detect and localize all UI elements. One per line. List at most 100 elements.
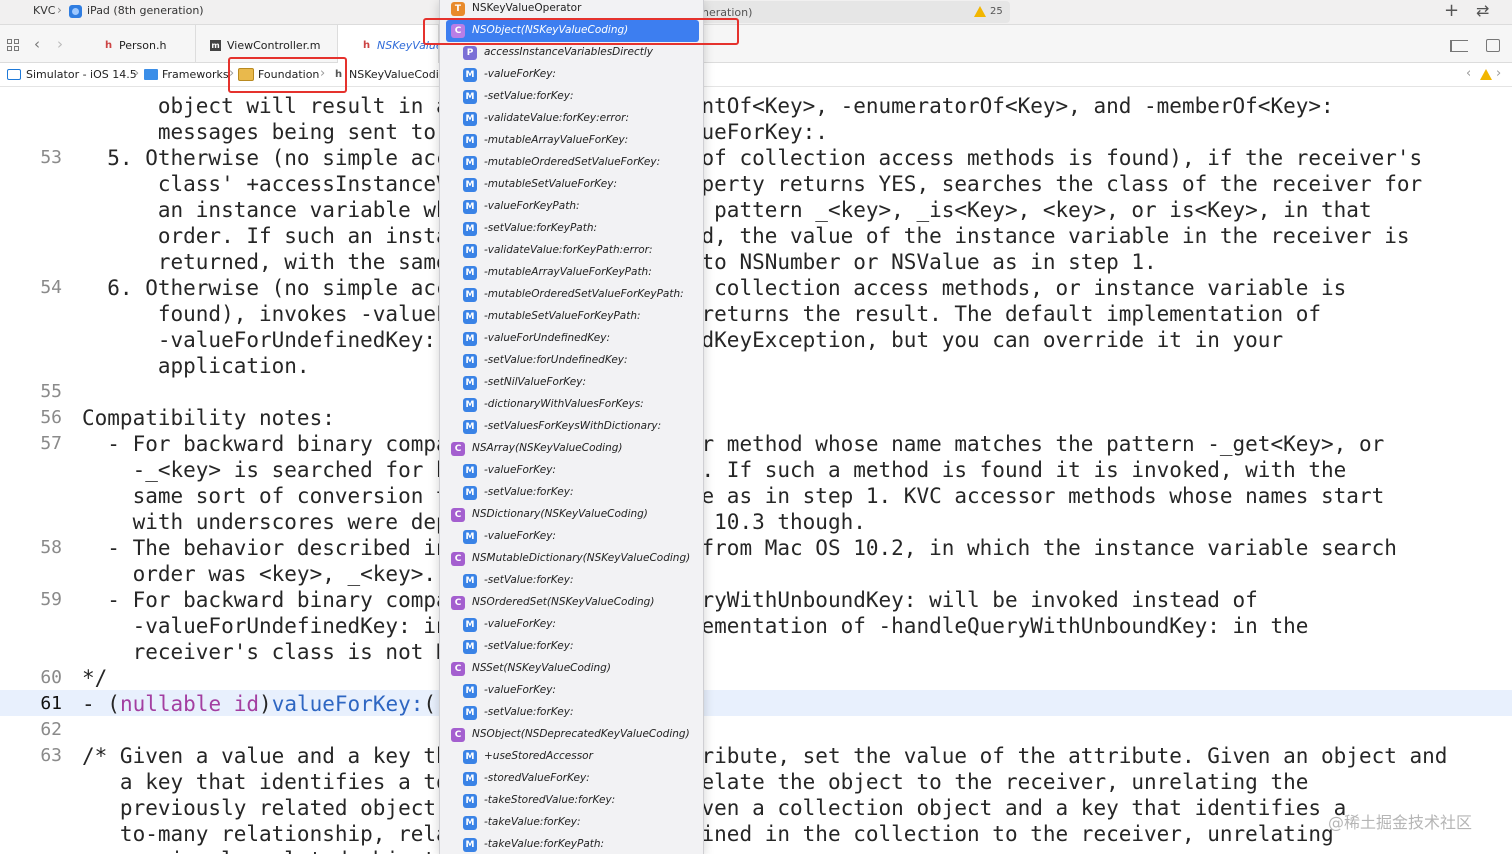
popup-item[interactable]: M -mutableArrayValueForKeyPath: [440, 262, 703, 284]
popup-item[interactable]: M -valueForKey: [440, 680, 703, 702]
popup-item[interactable]: M -setNilValueForKey: [440, 372, 703, 394]
popup-item[interactable]: M +useStoredAccessor [440, 746, 703, 768]
code-line[interactable]: messages being sent to the receiver of -… [0, 119, 1512, 145]
popup-item[interactable]: M -mutableOrderedSetValueForKey: [440, 152, 703, 174]
symbol-navigation-popup[interactable]: T NSKeyValueOperator C NSObject(NSKeyValueC… [439, 0, 704, 854]
code-line[interactable]: 63 /* Given a value and a key that identi… [0, 743, 1512, 769]
popup-item[interactable]: C NSMutableDictionary(NSKeyValueCoding) [440, 548, 703, 570]
tab-bar: ‹ › h Person.h m ViewController.m h NSKe… [0, 24, 1512, 63]
popup-item[interactable]: M -valueForKey: [440, 460, 703, 482]
popup-item[interactable]: M -takeValue:forKeyPath: [440, 834, 703, 854]
code-line[interactable]: 55 [0, 379, 1512, 405]
code-line[interactable]: order. If such an instance variable is f… [0, 223, 1512, 249]
popup-item-label: -valueForKey: [484, 464, 556, 476]
code-line[interactable]: 53 5. Otherwise (no simple accessor meth… [0, 145, 1512, 171]
popup-item[interactable]: C NSSet(NSKeyValueCoding) [440, 658, 703, 680]
popup-item-label: -validateValue:forKeyPath:error: [484, 244, 653, 256]
code-line[interactable]: 59 - For backward binary compatibility, … [0, 587, 1512, 613]
popup-item[interactable]: M -valueForUndefinedKey: [440, 328, 703, 350]
popup-item-label: -valueForKey: [484, 68, 556, 80]
popup-item[interactable]: M -validateValue:forKey:error: [440, 108, 703, 130]
code-line[interactable]: 56 Compatibility notes: [0, 405, 1512, 431]
code-text: object will result in a call to one of -… [82, 94, 1334, 118]
warning-count[interactable]: 25 [990, 6, 1003, 17]
code-line[interactable]: an instance variable whose name matches … [0, 197, 1512, 223]
forward-arrow-icon[interactable]: › [57, 35, 63, 53]
jump-bar-file[interactable]: NSKeyValueCoding.h [349, 68, 439, 81]
code-line[interactable]: application. [0, 353, 1512, 379]
popup-item[interactable]: M -valueForKey: [440, 526, 703, 548]
popup-item[interactable]: M -valueForKeyPath: [440, 196, 703, 218]
issue-warning-icon[interactable] [1480, 69, 1492, 80]
method-icon: M [463, 640, 477, 654]
chevron-left-icon[interactable]: ‹ [1466, 66, 1471, 81]
code-line[interactable]: with underscores were deprecated as of M… [0, 509, 1512, 535]
code-line[interactable]: 54 6. Otherwise (no simple accessor meth… [0, 275, 1512, 301]
method-icon: M [463, 816, 477, 830]
code-line[interactable]: -valueForUndefinedKey: in step 6, if the… [0, 613, 1512, 639]
code-token: - [82, 692, 108, 716]
popup-item[interactable]: M -storedValueForKey: [440, 768, 703, 790]
inspector-toggle-icon[interactable] [1486, 39, 1500, 52]
code-line[interactable]: 61- (nullable id)valueForKey:( [0, 691, 1512, 717]
method-icon: M [463, 794, 477, 808]
popup-item[interactable]: M -setValue:forUndefinedKey: [440, 350, 703, 372]
code-line[interactable]: object will result in a call to one of -… [0, 93, 1512, 119]
chevron-right-icon[interactable]: › [1496, 66, 1501, 81]
popup-item[interactable]: M -setValue:forKey: [440, 482, 703, 504]
code-line[interactable]: previously related object if there was o… [0, 795, 1512, 821]
popup-item[interactable]: M -takeValue:forKey: [440, 812, 703, 834]
popup-item[interactable]: M -setValue:forKey: [440, 636, 703, 658]
popup-item[interactable]: M -setValuesForKeysWithDictionary: [440, 416, 703, 438]
code-line[interactable]: -_<key> is searched for between steps 1 … [0, 457, 1512, 483]
back-arrow-icon[interactable]: ‹ [34, 35, 40, 53]
code-line[interactable]: 57 - For backward binary compatibility, … [0, 431, 1512, 457]
popup-item[interactable]: M -mutableOrderedSetValueForKeyPath: [440, 284, 703, 306]
jump-bar-frameworks[interactable]: Frameworks [162, 68, 229, 81]
popup-item[interactable]: M -setValue:forKeyPath: [440, 218, 703, 240]
code-line[interactable]: found), invokes -valueForUndefinedKey: a… [0, 301, 1512, 327]
popup-item[interactable]: M -setValue:forKey: [440, 702, 703, 724]
popup-item[interactable]: C NSObject(NSDeprecatedKeyValueCoding) [440, 724, 703, 746]
code-text: class' +accessInstanceVariablesDirectly … [82, 172, 1423, 196]
popup-item[interactable]: C NSDictionary(NSKeyValueCoding) [440, 504, 703, 526]
popup-item[interactable]: M -mutableSetValueForKey: [440, 174, 703, 196]
popup-item[interactable]: PaccessInstanceVariablesDirectly [440, 42, 703, 64]
code-line[interactable]: previously related objects if there were… [0, 847, 1512, 854]
code-line[interactable]: -valueForUndefinedKey: raises an NSUndef… [0, 327, 1512, 353]
editor-options-icon[interactable] [1450, 40, 1468, 52]
device-name[interactable]: iPad (8th generation) [87, 4, 204, 17]
popup-item[interactable]: M -valueForKey: [440, 64, 703, 86]
code-line[interactable]: to-many relationship, relate the objects… [0, 821, 1512, 847]
popup-item[interactable]: M -takeStoredValue:forKey: [440, 790, 703, 812]
popup-item[interactable]: M -mutableArrayValueForKey: [440, 130, 703, 152]
source-editor[interactable]: object will result in a call to one of -… [0, 88, 1512, 854]
grid-icon[interactable] [7, 39, 20, 52]
popup-item[interactable]: M -dictionaryWithValuesForKeys: [440, 394, 703, 416]
code-line[interactable]: a key that identifies a to-one relations… [0, 769, 1512, 795]
code-line[interactable]: returned, with the same sort of conversi… [0, 249, 1512, 275]
code-line[interactable]: 58 - The behavior described in step 5 is… [0, 535, 1512, 561]
tab-person-h[interactable]: h Person.h [92, 25, 196, 63]
jump-bar-simulator[interactable]: Simulator - iOS 14.5 [26, 68, 137, 81]
popup-item[interactable]: M -validateValue:forKeyPath:error: [440, 240, 703, 262]
popup-item[interactable]: M -mutableSetValueForKeyPath: [440, 306, 703, 328]
code-line[interactable]: 60 */ [0, 665, 1512, 691]
popup-item[interactable]: C NSOrderedSet(NSKeyValueCoding) [440, 592, 703, 614]
scheme-name[interactable]: KVC [33, 4, 55, 17]
code-line[interactable]: class' +accessInstanceVariablesDirectly … [0, 171, 1512, 197]
property-icon: P [463, 46, 477, 60]
warning-icon[interactable] [974, 6, 986, 17]
swap-icon[interactable]: ⇄ [1476, 1, 1489, 21]
popup-item[interactable]: M -setValue:forKey: [440, 86, 703, 108]
code-token: ( [107, 692, 120, 716]
popup-item[interactable]: T NSKeyValueOperator [440, 0, 703, 20]
popup-item[interactable]: M -valueForKey: [440, 614, 703, 636]
code-line[interactable]: 62 [0, 717, 1512, 743]
code-line[interactable]: same sort of conversion to NSNumber or N… [0, 483, 1512, 509]
code-line[interactable]: receiver's class is not NSObject's. [0, 639, 1512, 665]
popup-item[interactable]: C NSArray(NSKeyValueCoding) [440, 438, 703, 460]
popup-item[interactable]: M -setValue:forKey: [440, 570, 703, 592]
code-line[interactable]: order was <key>, _<key>. [0, 561, 1512, 587]
add-icon[interactable]: + [1444, 1, 1459, 21]
